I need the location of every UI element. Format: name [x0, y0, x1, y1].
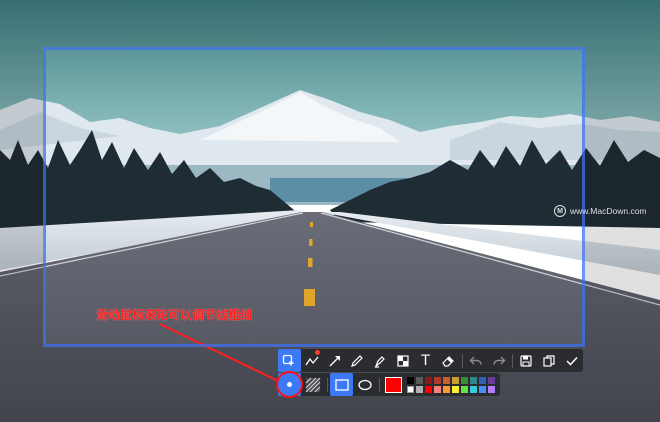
- toolbar-divider: [461, 353, 463, 368]
- highlighter-tool-button[interactable]: [369, 349, 392, 372]
- ellipse-shape-button[interactable]: [353, 373, 377, 396]
- color-swatch[interactable]: [479, 385, 486, 393]
- pen-tool-button[interactable]: [346, 349, 369, 372]
- color-swatch[interactable]: [425, 376, 432, 384]
- redo-button[interactable]: [487, 349, 510, 372]
- subbar-divider: [379, 377, 380, 392]
- region-select-icon: [283, 354, 295, 366]
- annotation-toolbar: T: [278, 349, 583, 372]
- style-toolbar: [276, 371, 500, 398]
- color-swatch[interactable]: [488, 376, 495, 384]
- save-icon: [520, 354, 532, 367]
- watermark: M www.MacDown.com: [554, 203, 647, 219]
- pen-icon: [351, 354, 364, 367]
- done-check-icon: [566, 356, 578, 366]
- ellipse-icon: [358, 379, 372, 390]
- color-swatch[interactable]: [461, 376, 468, 384]
- color-swatch[interactable]: [479, 376, 486, 384]
- color-swatch[interactable]: [416, 376, 423, 384]
- color-swatch[interactable]: [470, 376, 477, 384]
- capture-selection-rect[interactable]: [43, 47, 585, 347]
- done-button[interactable]: [560, 349, 583, 372]
- color-swatch[interactable]: [443, 385, 450, 393]
- redo-icon: [492, 356, 506, 365]
- stroke-size-button[interactable]: [276, 371, 303, 398]
- eraser-tool-button[interactable]: [437, 349, 460, 372]
- save-button[interactable]: [515, 349, 538, 372]
- color-swatch[interactable]: [461, 385, 468, 393]
- annotation-label: 滑动鼠标滚轮可以调节线粗细: [96, 308, 253, 322]
- watermark-text: www.MacDown.com: [570, 206, 647, 216]
- macdown-logo-icon: M: [554, 205, 566, 217]
- region-select-button[interactable]: [278, 349, 301, 372]
- polyline-tool-button[interactable]: [301, 349, 324, 372]
- rectangle-icon: [334, 378, 349, 391]
- toolbar-divider: [511, 353, 513, 368]
- color-swatch[interactable]: [407, 385, 414, 393]
- color-swatch[interactable]: [452, 385, 459, 393]
- polyline-badge: [315, 350, 321, 355]
- color-swatch[interactable]: [434, 376, 441, 384]
- current-color-swatch[interactable]: [385, 376, 402, 393]
- hatch-pattern-icon: [305, 377, 321, 392]
- mosaic-tool-button[interactable]: [392, 349, 415, 372]
- color-swatch[interactable]: [452, 376, 459, 384]
- copy-icon: [543, 354, 555, 367]
- color-swatch[interactable]: [488, 385, 495, 393]
- mosaic-icon: [397, 354, 409, 367]
- color-swatch[interactable]: [470, 385, 477, 393]
- color-palette: [407, 376, 495, 393]
- rectangle-shape-button[interactable]: [330, 373, 353, 396]
- copy-button[interactable]: [538, 349, 561, 372]
- color-swatch[interactable]: [425, 385, 432, 393]
- subbar-divider: [327, 377, 328, 392]
- eraser-icon: [442, 355, 455, 367]
- color-swatch[interactable]: [416, 385, 423, 393]
- highlighter-icon: [374, 355, 386, 368]
- undo-icon: [469, 356, 482, 365]
- fill-pattern-button[interactable]: [301, 373, 325, 396]
- color-swatch[interactable]: [443, 376, 450, 384]
- text-icon: T: [421, 352, 430, 369]
- arrow-tool-button[interactable]: [323, 349, 346, 372]
- text-tool-button[interactable]: T: [414, 349, 437, 372]
- arrow-icon: [329, 355, 340, 366]
- color-swatch[interactable]: [407, 376, 414, 384]
- highlight-ring: [276, 371, 303, 398]
- polyline-icon: [305, 356, 319, 365]
- color-swatch[interactable]: [434, 385, 441, 393]
- undo-button[interactable]: [465, 349, 488, 372]
